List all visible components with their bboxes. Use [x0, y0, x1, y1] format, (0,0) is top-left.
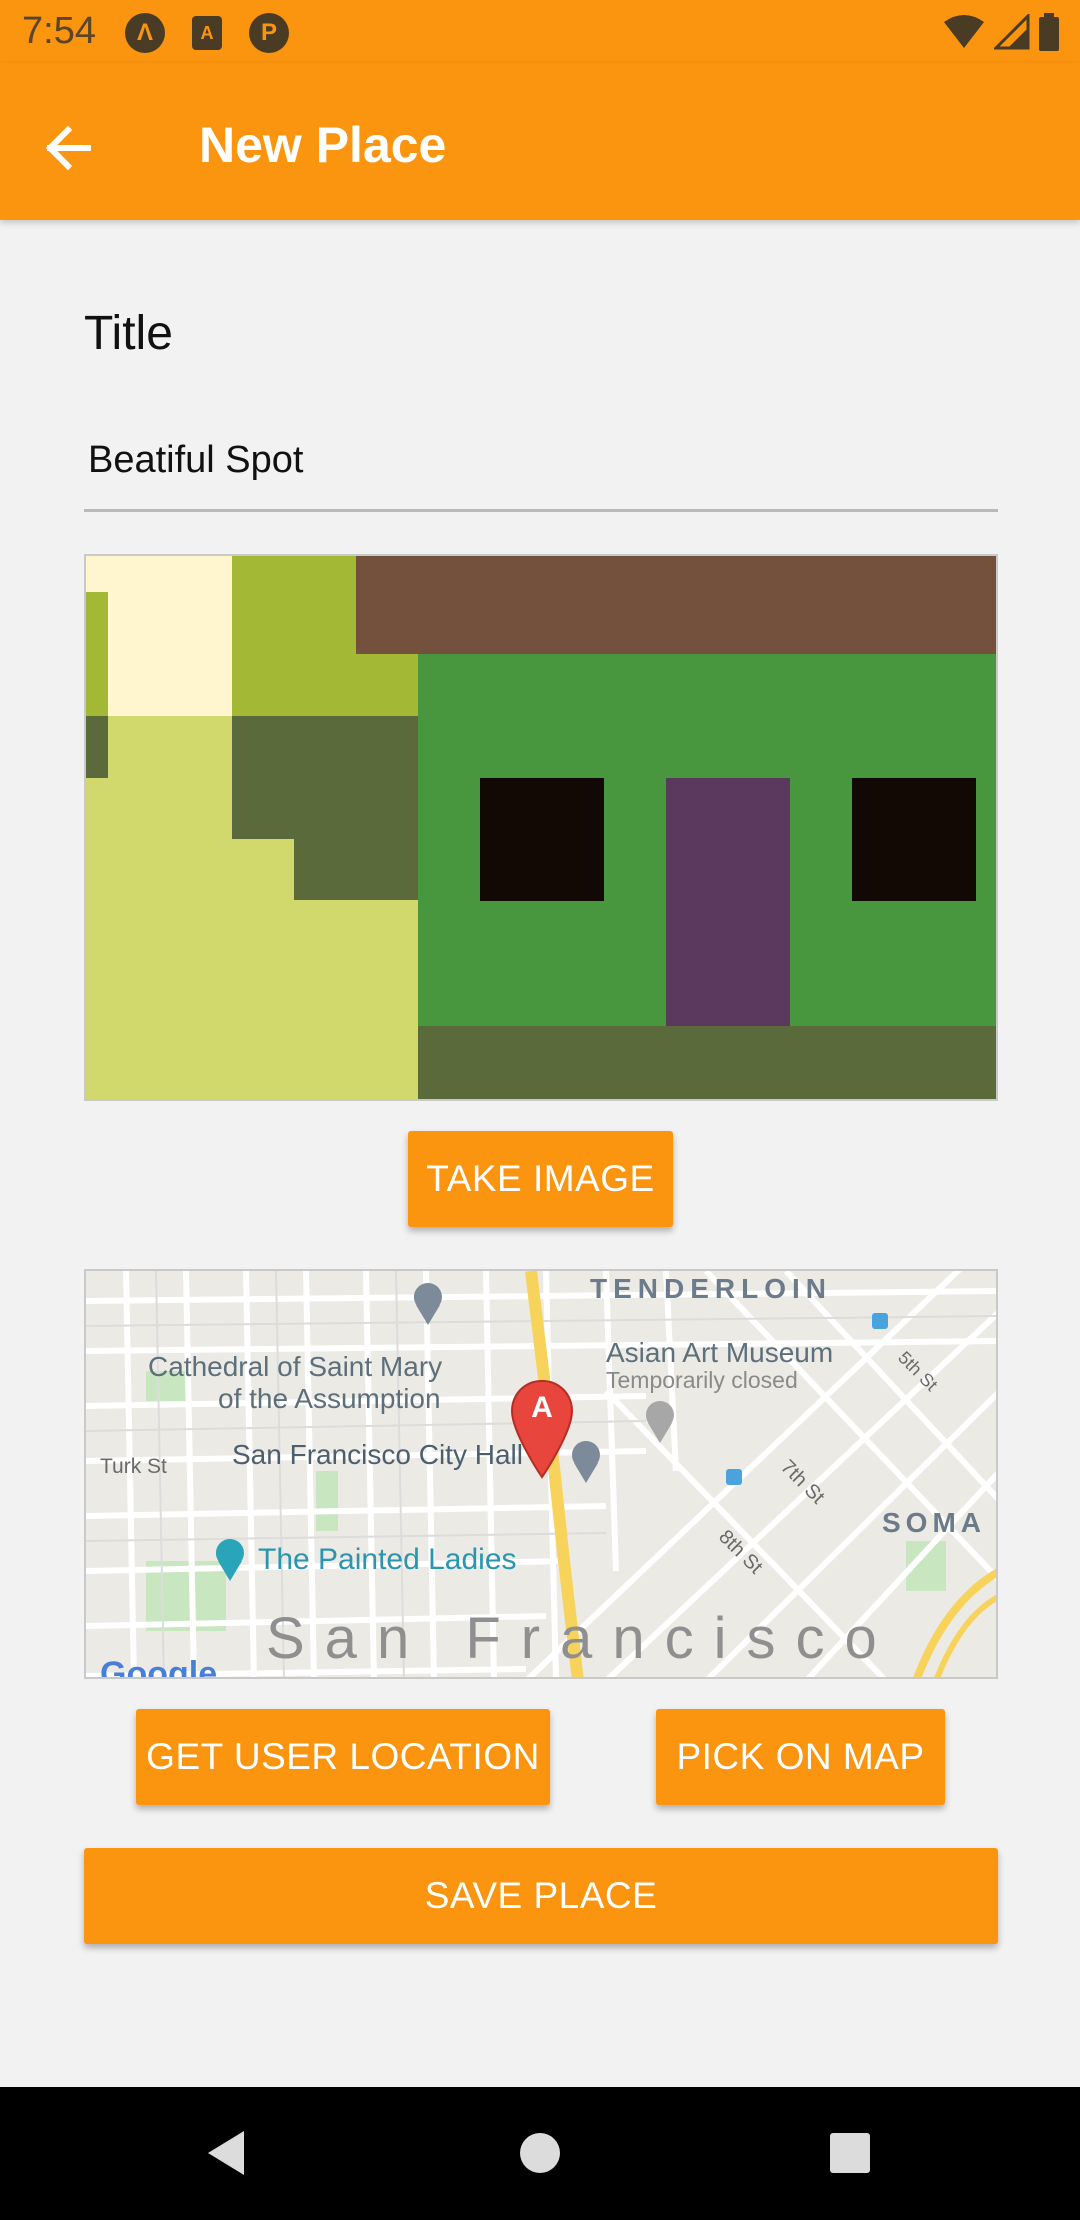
status-time: 7:54 [22, 10, 96, 52]
arrow-left-icon [45, 125, 91, 171]
app-a-icon: Λ [125, 13, 165, 53]
signal-icon [994, 14, 1030, 50]
status-bar: 7:54 Λ A P [0, 0, 1080, 63]
map-preview[interactable]: TENDERLOIN Cathedral of Saint Mary of th… [84, 1269, 998, 1679]
image-preview [84, 554, 998, 1101]
marker-letter: A [531, 1391, 553, 1424]
take-image-button[interactable]: TAKE IMAGE [408, 1131, 673, 1227]
navigation-bar [0, 2087, 1080, 2220]
map-label-cathedral-2: of the Assumption [218, 1383, 441, 1414]
map-label-tenderloin: TENDERLOIN [590, 1273, 832, 1304]
captured-image [86, 556, 996, 1099]
back-button[interactable] [36, 113, 106, 183]
home-circle-icon[interactable] [519, 2132, 561, 2174]
map-label-asian-art-museum: Asian Art Museum [606, 1337, 834, 1368]
wifi-icon [944, 15, 984, 48]
map-label-painted-ladies: The Painted Ladies [258, 1543, 517, 1576]
title-label: Title [84, 307, 173, 360]
map-label-city-hall: San Francisco City Hall [232, 1439, 523, 1470]
title-input[interactable] [84, 430, 998, 512]
recents-square-icon[interactable] [829, 2132, 871, 2174]
status-right-icons [942, 12, 1060, 52]
pick-on-map-button[interactable]: PICK ON MAP [656, 1709, 945, 1805]
app-bar: New Place [0, 63, 1080, 220]
save-place-button[interactable]: SAVE PLACE [84, 1848, 998, 1944]
map-label-san-francisco: San Francisco [266, 1606, 897, 1671]
back-triangle-icon[interactable] [206, 2129, 246, 2177]
app-font-icon: A [192, 16, 222, 50]
google-logo: Google [100, 1655, 218, 1679]
map-label-temporarily-closed: Temporarily closed [606, 1367, 798, 1393]
location-marker[interactable]: A [510, 1379, 574, 1479]
battery-icon [1039, 13, 1059, 51]
get-user-location-button[interactable]: GET USER LOCATION [136, 1709, 550, 1805]
map-label-cathedral: Cathedral of Saint Mary [148, 1351, 443, 1382]
map-label-turk-st: Turk St [100, 1455, 167, 1478]
app-p-icon: P [249, 13, 289, 53]
map-label-soma: SOMA [882, 1507, 986, 1538]
page-title: New Place [199, 117, 447, 173]
